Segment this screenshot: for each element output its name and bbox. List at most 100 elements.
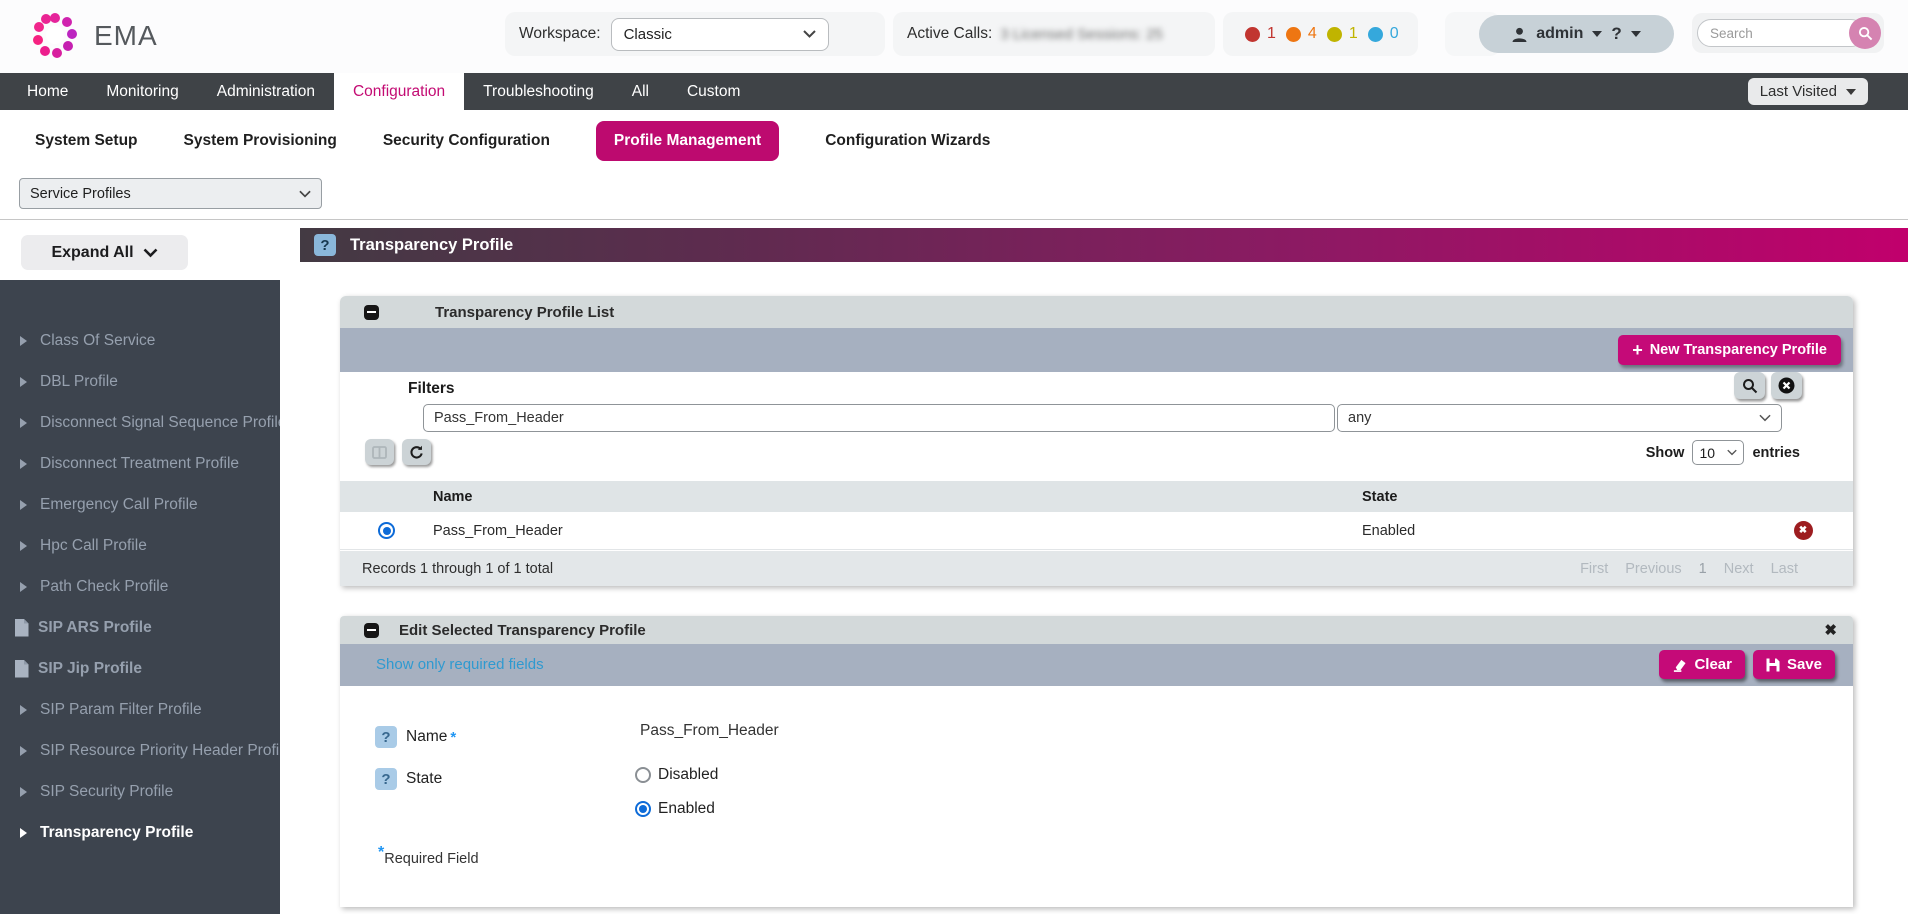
sidebar-item-label: Class Of Service [40, 332, 155, 350]
state-column-header: State [1362, 489, 1753, 505]
nav-monitoring[interactable]: Monitoring [87, 73, 197, 110]
subnav-profile-management[interactable]: Profile Management [596, 121, 779, 161]
clear-filter-button[interactable] [1771, 372, 1802, 399]
transparency-profile-list-panel: Transparency Profile List + New Transpar… [340, 296, 1853, 586]
alarm-major-dot-icon[interactable] [1286, 27, 1301, 42]
user-menu[interactable]: admin ? [1479, 15, 1674, 53]
save-button-label: Save [1787, 656, 1822, 673]
subnav-configuration-wizards[interactable]: Configuration Wizards [825, 121, 990, 161]
pagination-last[interactable]: Last [1771, 561, 1798, 577]
sidebar-item-sip-jip-profile[interactable]: SIP Jip Profile [0, 648, 280, 689]
sidebar-item-sip-ars-profile[interactable]: SIP ARS Profile [0, 607, 280, 648]
pagination-page-1[interactable]: 1 [1699, 561, 1707, 577]
alarm-info-count[interactable]: 0 [1390, 25, 1399, 43]
sidebar-item-sip-security-profile[interactable]: SIP Security Profile [0, 771, 280, 812]
page-size-group: Show 10 entries [1646, 440, 1800, 465]
nav-home[interactable]: Home [8, 73, 87, 110]
sidebar-item-sip-param-filter-profile[interactable]: SIP Param Filter Profile [0, 689, 280, 730]
nav-custom[interactable]: Custom [668, 73, 759, 110]
sidebar-item-disconnect-signal-sequence-profile[interactable]: Disconnect Signal Sequence Profile [0, 402, 280, 443]
expand-arrow-icon [20, 705, 27, 715]
list-panel-title: Transparency Profile List [435, 304, 614, 321]
column-settings-button[interactable] [365, 439, 394, 465]
radio-enabled[interactable] [635, 801, 651, 817]
show-required-fields-link[interactable]: Show only required fields [376, 656, 544, 673]
sidebar-item-label: SIP Param Filter Profile [40, 701, 202, 719]
pagination: First Previous 1 Next Last [1580, 561, 1798, 577]
sidebar-item-transparency-profile[interactable]: Transparency Profile [0, 812, 280, 853]
filter-operator-select[interactable]: any [1337, 404, 1782, 432]
alarm-critical-count[interactable]: 1 [1267, 25, 1276, 43]
field-help-icon[interactable]: ? [375, 726, 397, 748]
apply-filter-button[interactable] [1734, 372, 1765, 399]
radio-disabled[interactable] [635, 767, 651, 783]
user-name: admin [1536, 25, 1583, 43]
help-menu-icon[interactable]: ? [1611, 24, 1621, 44]
nav-configuration[interactable]: Configuration [334, 73, 464, 110]
expand-all-label: Expand All [51, 244, 133, 262]
search-icon [1858, 26, 1873, 41]
app-logo: EMA [30, 11, 158, 61]
state-field-row: ? State [375, 768, 442, 790]
subnav-security-configuration[interactable]: Security Configuration [383, 121, 550, 161]
expand-arrow-icon [20, 828, 27, 838]
state-option-enabled[interactable]: Enabled [635, 800, 715, 818]
alarm-critical-dot-icon[interactable] [1245, 27, 1260, 42]
pagination-next[interactable]: Next [1724, 561, 1754, 577]
expand-all-button[interactable]: Expand All [21, 235, 188, 270]
show-label: Show [1646, 445, 1685, 461]
new-transparency-profile-button[interactable]: + New Transparency Profile [1618, 335, 1841, 365]
last-visited-dropdown[interactable]: Last Visited [1748, 78, 1868, 105]
search-button[interactable] [1849, 17, 1881, 49]
nav-all[interactable]: All [613, 73, 668, 110]
chevron-down-icon [143, 248, 158, 258]
workspace-select[interactable]: Classic [611, 18, 829, 51]
sidebar-item-emergency-call-profile[interactable]: Emergency Call Profile [0, 484, 280, 525]
filter-name-input[interactable] [423, 404, 1335, 432]
page-help-icon[interactable]: ? [314, 234, 336, 256]
sidebar-item-path-check-profile[interactable]: Path Check Profile [0, 566, 280, 607]
search-input[interactable] [1697, 19, 1865, 47]
expand-arrow-icon [20, 336, 27, 346]
sidebar-item-disconnect-treatment-profile[interactable]: Disconnect Treatment Profile [0, 443, 280, 484]
subnav-system-setup[interactable]: System Setup [35, 121, 138, 161]
expand-arrow-icon [20, 541, 27, 551]
sidebar-item-sip-resource-priority-header-profile[interactable]: SIP Resource Priority Header Profile [0, 730, 280, 771]
profile-category-select[interactable]: Service Profiles [19, 178, 322, 209]
pagination-first[interactable]: First [1580, 561, 1608, 577]
sidebar-item-hpc-call-profile[interactable]: Hpc Call Profile [0, 525, 280, 566]
page-size-select[interactable]: 10 [1692, 440, 1744, 465]
clear-button[interactable]: Clear [1659, 650, 1745, 679]
required-field-note: *Required Field [378, 844, 479, 867]
last-visited-label: Last Visited [1760, 83, 1837, 100]
nav-administration[interactable]: Administration [198, 73, 334, 110]
alarm-info-dot-icon[interactable] [1368, 27, 1383, 42]
expand-arrow-icon [20, 418, 27, 428]
profile-tree-sidebar: Class Of Service DBL Profile Disconnect … [0, 280, 280, 914]
nav-troubleshooting[interactable]: Troubleshooting [464, 73, 613, 110]
save-button[interactable]: Save [1753, 650, 1835, 679]
pagination-previous[interactable]: Previous [1625, 561, 1681, 577]
subnav-system-provisioning[interactable]: System Provisioning [184, 121, 337, 161]
row-select-radio[interactable] [378, 522, 395, 539]
delete-row-icon[interactable]: ✖ [1794, 521, 1813, 540]
collapse-panel-icon[interactable] [364, 623, 379, 638]
sidebar-item-class-of-service[interactable]: Class Of Service [0, 320, 280, 361]
refresh-button[interactable] [402, 439, 431, 465]
field-help-icon[interactable]: ? [375, 768, 397, 790]
sidebar-item-dbl-profile[interactable]: DBL Profile [0, 361, 280, 402]
collapse-panel-icon[interactable] [364, 305, 379, 320]
app-title: EMA [94, 20, 158, 52]
alarm-minor-count[interactable]: 1 [1349, 25, 1358, 43]
expand-arrow-icon [20, 377, 27, 387]
edit-panel-title: Edit Selected Transparency Profile [399, 622, 646, 639]
required-note-text: Required Field [384, 851, 478, 867]
table-row[interactable]: Pass_From_Header Enabled ✖ [340, 512, 1853, 550]
ema-logo-icon [30, 11, 80, 61]
alarm-major-count[interactable]: 4 [1308, 25, 1317, 43]
close-panel-icon[interactable]: ✖ [1824, 621, 1837, 639]
top-header: EMA Workspace: Classic Active Calls: 3 L… [0, 0, 1908, 73]
alarm-minor-dot-icon[interactable] [1327, 27, 1342, 42]
list-panel-toolbar: + New Transparency Profile [340, 328, 1853, 372]
state-option-disabled[interactable]: Disabled [635, 766, 718, 784]
